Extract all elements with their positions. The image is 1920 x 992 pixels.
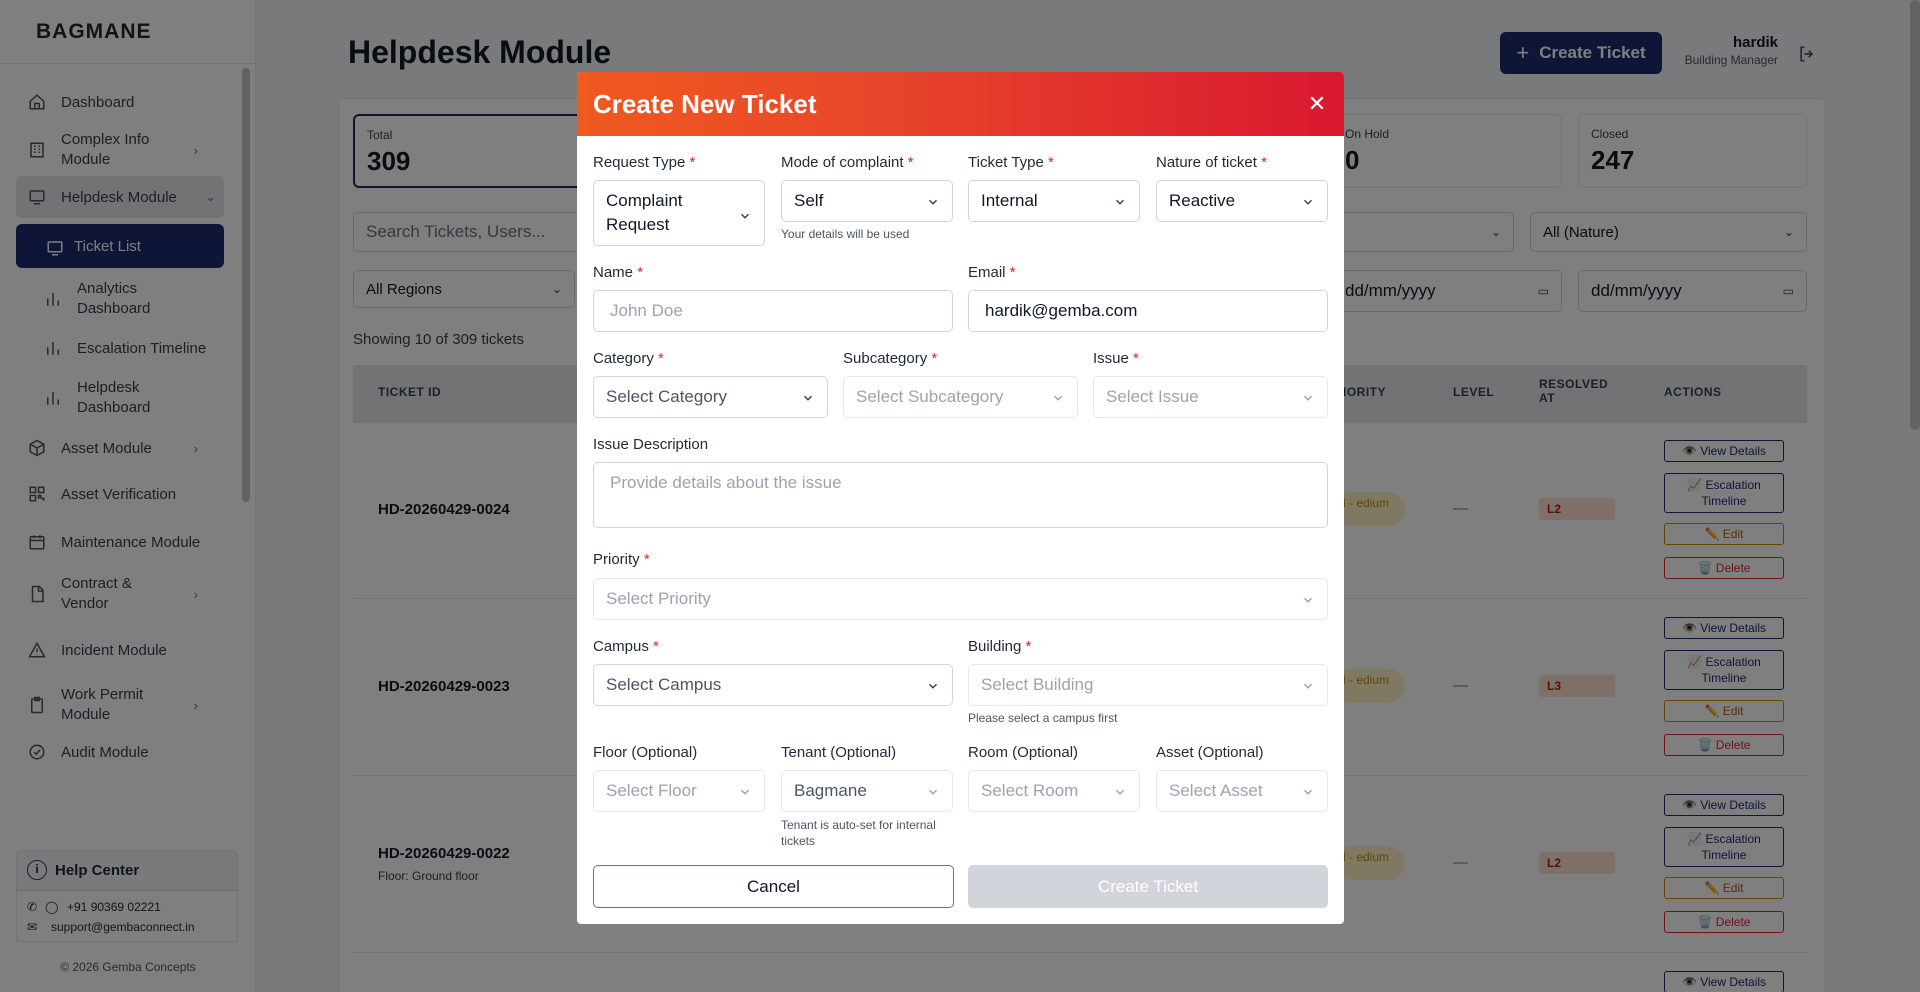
chevron-down-icon [1113,194,1127,208]
request-type-label: Request Type * [593,154,695,171]
asset-select[interactable]: Select Asset [1156,770,1328,812]
required-mark: * [1048,154,1054,171]
cancel-button[interactable]: Cancel [593,865,954,908]
label-text: Name [593,264,634,281]
building-label: Building * [968,638,1031,655]
nature-select[interactable]: Reactive [1156,180,1328,222]
email-input[interactable]: hardik@gemba.com [968,290,1328,332]
label-text: Issue [1093,350,1129,367]
description-textarea[interactable]: Provide details about the issue [593,462,1328,528]
ticket-type-select[interactable]: Internal [968,180,1140,222]
floor-label: Floor (Optional) [593,744,698,761]
chevron-down-icon [1301,390,1315,404]
required-mark: * [1009,264,1016,281]
label-text: Request Type [593,154,686,171]
chevron-down-icon [1301,678,1315,692]
select-value: Reactive [1169,191,1236,210]
floor-select[interactable]: Select Floor [593,770,765,812]
campus-label: Campus * [593,638,659,655]
close-icon[interactable]: ✕ [1304,91,1330,117]
select-value: Select Priority [606,589,711,608]
chevron-down-icon [926,784,940,798]
subcategory-label: Subcategory * [843,350,937,367]
required-mark: * [689,154,696,171]
label-text: Priority [593,551,640,568]
select-value: Select Campus [606,675,722,694]
ticket-type-label: Ticket Type * [968,154,1054,171]
select-value: Select Category [606,387,727,406]
name-label: Name * [593,264,643,281]
label-text: Nature of ticket [1156,154,1257,171]
required-mark: * [637,264,644,281]
chevron-down-icon [1113,784,1127,798]
subcategory-select[interactable]: Select Subcategory [843,376,1078,418]
room-select[interactable]: Select Room [968,770,1140,812]
email-label: Email * [968,264,1016,281]
tenant-label: Tenant (Optional) [781,744,897,761]
category-select[interactable]: Select Category [593,376,828,418]
label-text: Email [968,264,1006,281]
issue-select[interactable]: Select Issue [1093,376,1328,418]
room-label: Room (Optional) [968,744,1079,761]
create-ticket-modal: Create New Ticket ✕ Request Type * Compl… [577,72,1344,924]
tenant-hint: Tenant is auto-set for internal tickets [781,818,936,848]
select-value: Select Floor [606,781,697,800]
required-mark: * [907,154,914,171]
nature-label: Nature of ticket * [1156,154,1267,171]
category-label: Category * [593,350,664,367]
chevron-down-icon [801,390,815,404]
select-value: Select Building [981,675,1094,694]
required-mark: * [658,350,664,367]
select-value: Bagmane [794,781,867,800]
priority-label: Priority * [593,551,650,568]
chevron-down-icon [926,194,940,208]
label-text: Building [968,638,1022,655]
label-text: Campus [593,638,649,655]
required-mark: * [653,638,659,655]
chevron-down-icon [926,678,940,692]
issue-label: Issue * [1093,350,1139,367]
chevron-down-icon [738,206,752,220]
campus-select[interactable]: Select Campus [593,664,953,706]
chevron-down-icon [1301,784,1315,798]
chevron-down-icon [738,784,752,798]
request-type-select[interactable]: Complaint Request [593,180,765,246]
select-value: Self [794,191,824,210]
required-mark: * [1261,154,1267,171]
select-value: Select Subcategory [856,387,1004,406]
building-hint: Please select a campus first [968,711,1118,725]
submit-create-ticket-button[interactable]: Create Ticket [968,865,1328,908]
chevron-down-icon [1301,592,1315,606]
label-text: Subcategory [843,350,928,367]
mode-hint: Your details will be used [781,227,910,241]
name-input[interactable]: John Doe [593,290,953,332]
select-value: Select Issue [1106,387,1199,406]
required-mark: * [1025,638,1032,655]
mode-select[interactable]: Self [781,180,953,222]
chevron-down-icon [1301,194,1315,208]
tenant-select[interactable]: Bagmane [781,770,953,812]
description-label: Issue Description [593,436,709,453]
label-text: Ticket Type [968,154,1044,171]
label-text: Mode of complaint [781,154,904,171]
required-mark: * [643,551,650,568]
select-value: Internal [981,191,1038,210]
modal-title: Create New Ticket [593,88,817,119]
required-mark: * [931,350,938,367]
select-value: Complaint Request [606,191,683,234]
chevron-down-icon [1051,390,1065,404]
label-text: Category [593,350,654,367]
priority-select[interactable]: Select Priority [593,578,1328,620]
select-value: Select Room [981,781,1079,800]
modal-header: Create New Ticket ✕ [577,72,1344,136]
building-select[interactable]: Select Building [968,664,1328,706]
mode-label: Mode of complaint * [781,154,914,171]
required-mark: * [1133,350,1139,367]
asset-label: Asset (Optional) [1156,744,1264,761]
select-value: Select Asset [1169,781,1263,800]
